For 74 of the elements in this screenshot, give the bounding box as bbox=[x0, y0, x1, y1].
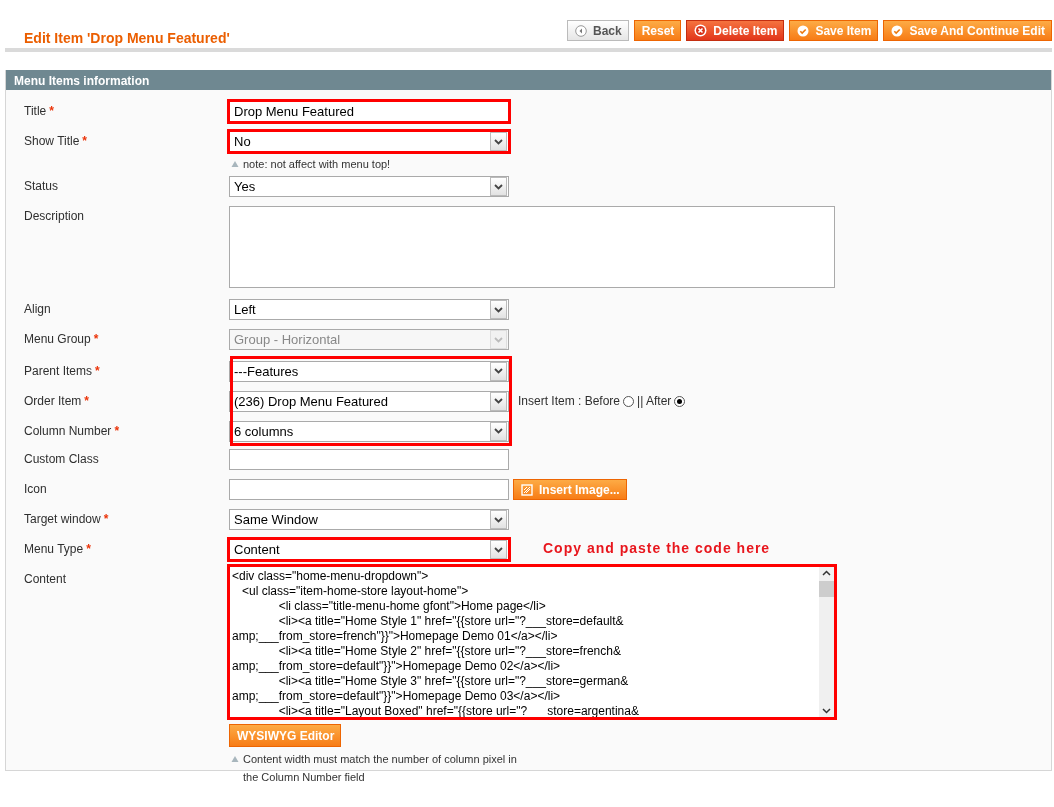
code-line: <li><a title="Home Style 2" href="{{store url="?___store=french& bbox=[277, 644, 622, 659]
dropdown-field[interactable]: ---Features bbox=[229, 360, 509, 382]
code-line: <li class="title-menu-home gfont">Home page</li> bbox=[277, 599, 547, 614]
required-mark: * bbox=[93, 332, 99, 346]
scrollbar-thumb[interactable] bbox=[819, 581, 834, 597]
chevron-down-icon bbox=[494, 546, 503, 553]
radio-label: || After bbox=[637, 394, 672, 408]
field-label: Show Title bbox=[24, 134, 80, 148]
text-field[interactable] bbox=[229, 449, 509, 470]
code-line: amp;___from_store=french"}}">Homepage Demo 01</a></li> bbox=[232, 629, 559, 644]
scrollbar[interactable] bbox=[819, 567, 834, 717]
triangle-icon bbox=[231, 160, 239, 168]
dropdown-field[interactable]: Same Window bbox=[229, 509, 509, 530]
field-label: Custom Class bbox=[24, 452, 99, 466]
field-label: Content bbox=[24, 572, 67, 586]
dropdown-field[interactable]: 6 columns bbox=[229, 420, 509, 442]
section-header: Menu Items information bbox=[6, 70, 1051, 90]
field-label: Target window bbox=[24, 512, 101, 526]
required-mark: * bbox=[95, 364, 100, 378]
code-line: <li><a title="Layout Boxed" href="{{store url="? store=argentina& bbox=[277, 704, 640, 717]
radio-button[interactable] bbox=[674, 395, 686, 407]
field-label: Icon bbox=[24, 482, 47, 496]
field-label: Description bbox=[24, 209, 85, 223]
dropdown-field[interactable]: (236) Drop Menu Featured bbox=[229, 390, 509, 412]
field-label: Order Item bbox=[24, 394, 82, 408]
chevron-down-icon[interactable] bbox=[822, 705, 831, 717]
checkmark-icon bbox=[891, 24, 904, 37]
dropdown-field[interactable]: Yes bbox=[229, 176, 509, 197]
checkmark-icon bbox=[797, 24, 810, 37]
code-line: <div class="home-menu-dropdown"> bbox=[232, 569, 430, 584]
chevron-down-icon bbox=[494, 306, 503, 313]
triangle-icon bbox=[231, 755, 239, 763]
action-button[interactable]: Delete Item bbox=[686, 20, 785, 41]
required-mark: * bbox=[114, 424, 120, 438]
code-field[interactable] bbox=[229, 566, 835, 718]
chevron-down-icon bbox=[494, 336, 503, 343]
chevron-down-icon bbox=[494, 183, 503, 190]
text-field[interactable] bbox=[229, 479, 509, 500]
code-line: <li><a title="Home Style 1" href="{{store url="?___store=default& bbox=[277, 614, 625, 629]
field-label: Menu Type bbox=[24, 542, 84, 556]
field-label: Parent Items bbox=[24, 364, 93, 378]
description-field[interactable] bbox=[229, 206, 835, 288]
insert-item-label: Insert Item : Before bbox=[518, 394, 621, 408]
page-title: Edit Item 'Drop Menu Featured' bbox=[24, 30, 230, 46]
required-mark: * bbox=[84, 394, 90, 408]
back-button[interactable]: Back bbox=[567, 20, 629, 41]
field-label: Align bbox=[24, 302, 51, 316]
code-line: <ul class="item-home-store layout-home"> bbox=[241, 584, 470, 599]
required-mark: * bbox=[82, 134, 88, 148]
radio-button[interactable] bbox=[623, 395, 635, 407]
text-field[interactable]: Drop Menu Featured bbox=[229, 101, 509, 122]
code-line: amp;___from_store=default"}}">Homepage Demo 02</a></li> bbox=[232, 659, 562, 674]
chevron-down-icon bbox=[494, 516, 503, 523]
required-mark: * bbox=[86, 542, 91, 556]
field-label: Column Number bbox=[24, 424, 112, 438]
close-icon bbox=[694, 24, 708, 37]
chevron-down-icon bbox=[494, 138, 503, 145]
annotation-text: Copy and paste the code here bbox=[543, 539, 771, 556]
image-icon bbox=[521, 483, 533, 496]
dropdown-field[interactable]: Left bbox=[229, 299, 509, 320]
field-label: Status bbox=[24, 179, 59, 193]
chevron-down-icon bbox=[494, 368, 503, 374]
required-mark: * bbox=[49, 104, 54, 118]
code-line: amp;___from_store=default"}}">Homepage Demo 03</a></li> bbox=[232, 689, 562, 704]
code-line: <li><a title="Home Style 3" href="{{store url="?___store=german& bbox=[277, 674, 630, 689]
chevron-down-icon bbox=[494, 398, 503, 404]
chevron-down-icon bbox=[494, 428, 503, 434]
dropdown-field[interactable]: No bbox=[229, 131, 509, 152]
dropdown-field[interactable]: Content bbox=[229, 539, 509, 560]
required-mark: * bbox=[103, 512, 109, 526]
field-label: Title bbox=[24, 104, 47, 118]
field-note: note: not affect with menu top! bbox=[243, 157, 391, 172]
field-note: Content width must match the number of column pixel in the Column Number field bbox=[243, 752, 518, 785]
field-label: Menu Group bbox=[24, 332, 91, 346]
